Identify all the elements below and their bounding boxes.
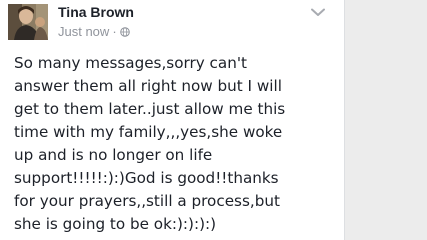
meta-separator: ·: [112, 24, 117, 39]
post-meta: Just now ·: [58, 24, 130, 39]
post-text-line: up and is no longer on life: [14, 146, 213, 164]
chevron-down-icon[interactable]: [311, 8, 325, 17]
post-text-line: time with my family,,,yes,she woke: [14, 123, 283, 141]
post-text-line: she is going to be ok:):):):): [14, 215, 217, 233]
post-text-line: answer them all right now but I will: [14, 77, 282, 95]
post-text-line: for your prayers,,still a process,but: [14, 192, 280, 210]
globe-icon[interactable]: [119, 26, 130, 37]
post-text-line: get to them later..just allow me this: [14, 100, 286, 118]
profile-photo-icon: [8, 4, 48, 40]
post-timestamp[interactable]: Just now: [58, 24, 109, 39]
screenshot-frame: Tina Brown Just now · So many messages,s…: [0, 0, 427, 240]
author-name[interactable]: Tina Brown: [58, 4, 134, 20]
post-body-text: So many messages,sorry can't answer them…: [14, 52, 340, 236]
post-header: Tina Brown Just now ·: [0, 0, 344, 46]
post-text-line: So many messages,sorry can't: [14, 54, 247, 72]
avatar[interactable]: [8, 4, 48, 40]
post-text-line: support!!!!!:):)God is good!!thanks: [14, 169, 279, 187]
post-card: Tina Brown Just now · So many messages,s…: [0, 0, 344, 240]
